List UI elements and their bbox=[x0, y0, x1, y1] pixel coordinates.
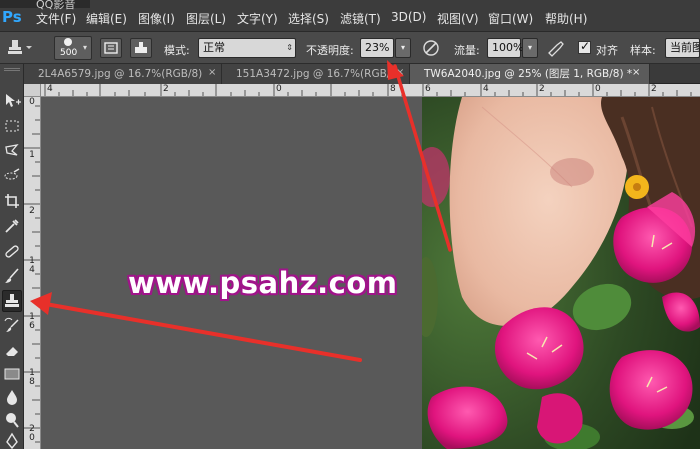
menu-window[interactable]: 窗口(W) bbox=[488, 10, 533, 27]
menu-filter[interactable]: 滤镜(T) bbox=[340, 10, 381, 27]
gradient-tool-icon[interactable] bbox=[2, 363, 22, 385]
airbrush-icon[interactable] bbox=[545, 38, 567, 61]
menu-select[interactable]: 选择(S) bbox=[288, 10, 329, 27]
eraser-tool-icon[interactable] bbox=[2, 340, 22, 362]
select-arrows-icon: ⇕ bbox=[286, 43, 293, 52]
tab-label: 2L4A6579.jpg @ 16.7%(RGB/8) bbox=[38, 68, 203, 80]
opacity-dropdown-button[interactable]: ▾ bbox=[395, 38, 411, 58]
menu-bar: QQ影音 Ps 文件(F) 编辑(E) 图像(I) 图层(L) 文字(Y) 选择… bbox=[0, 0, 700, 32]
opacity-value: 23% bbox=[365, 41, 390, 54]
document-tab-bar: 2L4A6579.jpg @ 16.7%(RGB/8) × 151A3472.j… bbox=[24, 64, 700, 84]
brush-tip-icon bbox=[64, 38, 72, 46]
brush-panel-icon bbox=[104, 42, 118, 54]
ruler-vertical[interactable]: 0 1 2 1 4 1 6 1 8 2 0 bbox=[24, 84, 41, 449]
dodge-tool-icon[interactable] bbox=[2, 409, 22, 431]
pen-tool-icon[interactable] bbox=[2, 430, 22, 449]
chevron-down-icon: ▾ bbox=[83, 43, 88, 52]
ruler-label: 1 bbox=[29, 150, 35, 160]
menu-layer[interactable]: 图层(L) bbox=[186, 10, 226, 27]
ruler-ticks bbox=[44, 84, 692, 96]
toolbar-grip[interactable] bbox=[4, 68, 20, 71]
mode-value: 正常 bbox=[203, 41, 225, 54]
ruler-label: 2 bbox=[539, 84, 545, 94]
ruler-label: 6 bbox=[29, 321, 35, 331]
photoshop-logo: Ps bbox=[2, 8, 22, 26]
sample-select[interactable]: 当前图 bbox=[665, 38, 700, 58]
menu-image[interactable]: 图像(I) bbox=[138, 10, 175, 27]
ruler-label: 4 bbox=[47, 84, 53, 94]
clone-source-icon bbox=[135, 42, 147, 53]
brush-size-value: 500 bbox=[60, 48, 78, 58]
clone-stamp-preset-icon[interactable] bbox=[6, 38, 32, 61]
close-icon[interactable]: × bbox=[396, 67, 404, 78]
flow-value: 100% bbox=[492, 41, 524, 54]
ruler-label: 2 bbox=[29, 206, 35, 216]
menu-3d[interactable]: 3D(D) bbox=[391, 10, 426, 24]
flow-dropdown-button[interactable]: ▾ bbox=[522, 38, 538, 58]
pressure-opacity-icon[interactable] bbox=[420, 38, 442, 61]
mode-label: 模式: bbox=[164, 44, 190, 57]
ruler-horizontal[interactable]: 4 2 0 8 6 4 2 0 2 bbox=[41, 84, 700, 97]
ruler-label: 2 bbox=[163, 84, 169, 94]
tools-panel bbox=[0, 64, 24, 449]
tab-label: 151A3472.jpg @ 16.7%(RGB/8 bbox=[236, 68, 398, 80]
ruler-label: 2 bbox=[651, 84, 657, 94]
photo-flowers-hat bbox=[422, 97, 700, 449]
ruler-label: 0 bbox=[595, 84, 601, 94]
menu-type[interactable]: 文字(Y) bbox=[237, 10, 278, 27]
close-icon[interactable]: × bbox=[208, 67, 216, 78]
ruler-label: 0 bbox=[276, 84, 282, 94]
menu-view[interactable]: 视图(V) bbox=[437, 10, 479, 27]
crop-tool-icon[interactable] bbox=[2, 190, 22, 212]
clone-stamp-tool-icon[interactable] bbox=[2, 290, 22, 312]
tab-2l4a6579[interactable]: 2L4A6579.jpg @ 16.7%(RGB/8) bbox=[24, 64, 222, 84]
ruler-label: 4 bbox=[483, 84, 489, 94]
history-brush-tool-icon[interactable] bbox=[2, 315, 22, 337]
ruler-label: 0 bbox=[29, 97, 35, 107]
ruler-label: 4 bbox=[29, 265, 35, 275]
checkmark-icon: ✓ bbox=[580, 39, 591, 53]
marquee-tool-icon[interactable] bbox=[2, 115, 22, 137]
opacity-label: 不透明度: bbox=[306, 44, 354, 57]
toggle-clone-source-button[interactable] bbox=[130, 38, 152, 58]
sample-value: 当前图 bbox=[670, 41, 700, 54]
menu-help[interactable]: 帮助(H) bbox=[545, 10, 587, 27]
menu-file[interactable]: 文件(F) bbox=[36, 10, 76, 27]
mode-select[interactable]: 正常 ⇕ bbox=[198, 38, 296, 58]
aligned-checkbox[interactable]: ✓ bbox=[578, 39, 591, 54]
ruler-label: 8 bbox=[29, 377, 35, 387]
brush-tool-icon[interactable] bbox=[2, 265, 22, 287]
aligned-label: 对齐 bbox=[596, 44, 618, 57]
sample-label: 样本: bbox=[630, 44, 656, 57]
flow-label: 流量: bbox=[454, 44, 480, 57]
options-bar: 500 ▾ 模式: 正常 ⇕ 不透明度: 23% ▾ 流量: 100% ▾ ✓ … bbox=[0, 32, 700, 64]
healing-brush-tool-icon[interactable] bbox=[2, 240, 22, 262]
ruler-label: 6 bbox=[425, 84, 431, 94]
brush-preset-picker[interactable]: 500 ▾ bbox=[54, 36, 92, 60]
menu-edit[interactable]: 编辑(E) bbox=[86, 10, 127, 27]
document-image[interactable] bbox=[422, 97, 700, 449]
opacity-input[interactable]: 23% bbox=[360, 38, 394, 58]
watermark-text: www.psahz.com bbox=[128, 266, 398, 300]
quick-select-tool-icon[interactable] bbox=[2, 165, 22, 187]
move-tool-icon[interactable] bbox=[2, 90, 22, 112]
ruler-label: 8 bbox=[390, 84, 396, 94]
ruler-label: 0 bbox=[29, 433, 35, 443]
toggle-brush-panel-button[interactable] bbox=[100, 38, 122, 58]
tab-tw6a2040[interactable]: TW6A2040.jpg @ 25% (图层 1, RGB/8) * bbox=[410, 64, 650, 84]
blur-tool-icon[interactable] bbox=[2, 386, 22, 408]
close-icon[interactable]: × bbox=[632, 67, 640, 78]
lasso-tool-icon[interactable] bbox=[2, 140, 22, 162]
ruler-origin[interactable] bbox=[24, 84, 41, 97]
tab-label: TW6A2040.jpg @ 25% (图层 1, RGB/8) * bbox=[424, 68, 633, 80]
flow-input[interactable]: 100% bbox=[487, 38, 524, 58]
eyedropper-tool-icon[interactable] bbox=[2, 215, 22, 237]
tab-151a3472[interactable]: 151A3472.jpg @ 16.7%(RGB/8 bbox=[222, 64, 410, 84]
